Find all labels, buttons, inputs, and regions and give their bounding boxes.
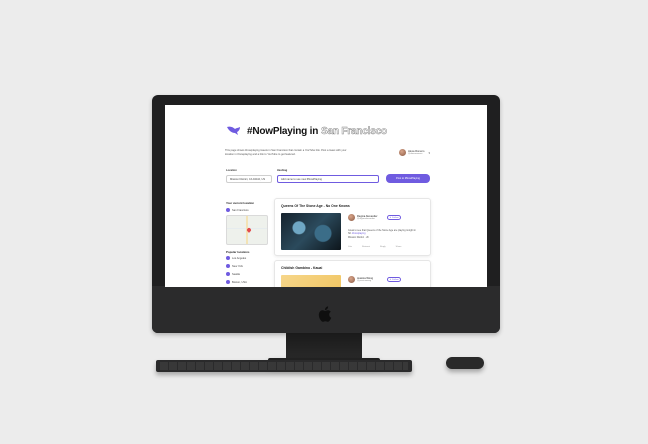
hashtag-link[interactable]: #nowplaying — [352, 232, 365, 235]
follow-button[interactable]: ✦ Follow — [387, 215, 401, 220]
bird-icon: ✦ — [389, 279, 392, 281]
avatar — [399, 149, 406, 156]
sidebar-item-location[interactable]: Seattle — [226, 272, 240, 276]
user-menu[interactable]: Alexa Romero @alexaromero ▾ — [399, 149, 430, 156]
card-text: Great to see that Queens of the Stone Ag… — [348, 229, 420, 239]
current-location-item[interactable]: San Francisco — [226, 208, 249, 212]
page-title: #NowPlaying in San Francisco — [247, 125, 387, 137]
sidebar-item-location[interactable]: New York — [226, 264, 243, 268]
follow-label: Follow — [392, 216, 399, 219]
user-handle: @alexaromero — [408, 152, 423, 155]
popular-locations-title: Popular locations — [226, 250, 250, 254]
sidebar-item-location[interactable]: Boston, USA — [226, 280, 247, 284]
card-user-handle: @jessicawong — [357, 280, 372, 282]
title-prefix: #NowPlaying in — [247, 125, 319, 137]
card-user[interactable]: Jessica Wong @jessicawong — [348, 276, 373, 283]
page-header: #NowPlaying in San Francisco — [226, 124, 387, 138]
card-actions: Like Retweet Reply Share — [348, 246, 401, 248]
post-button[interactable]: Post to #NowPlaying — [386, 174, 430, 183]
sidebar-item-label: Boston, USA — [232, 280, 247, 284]
location-input[interactable]: Mission District, CA 94110, US — [226, 175, 272, 183]
sidebar-item-label: Seattle — [232, 272, 241, 276]
bird-logo-icon[interactable] — [226, 125, 241, 137]
follow-label: Follow — [392, 278, 399, 281]
apple-logo-icon — [318, 306, 332, 322]
location-pin-icon — [226, 264, 230, 268]
like-action[interactable]: Like — [348, 246, 352, 248]
sidebar-item-label: Los Angeles — [232, 256, 247, 260]
retweet-action[interactable]: Retweet — [362, 246, 370, 248]
hashtag-input[interactable]: Add name to see new #NowPlaying — [277, 175, 379, 183]
imac-stand-neck — [286, 333, 362, 361]
feed-card[interactable]: Queens Of The Stone Age - No One Knows R… — [274, 198, 431, 256]
video-thumbnail[interactable] — [281, 213, 341, 250]
card-title[interactable]: Queens Of The Stone Age - No One Knows — [281, 204, 350, 208]
title-city: San Francisco — [321, 125, 387, 137]
mouse — [446, 357, 484, 369]
card-user[interactable]: Regina Alexander @reginaalexander — [348, 214, 377, 221]
location-label: Location — [226, 169, 237, 172]
location-map[interactable] — [226, 215, 268, 245]
avatar — [348, 276, 355, 283]
reply-action[interactable]: Reply — [380, 246, 386, 248]
map-marker-icon — [246, 227, 252, 233]
sidebar-item-label: New York — [232, 264, 243, 268]
card-meta: Mission District · 2h — [348, 235, 369, 239]
location-pin-icon — [226, 280, 230, 284]
chevron-down-icon[interactable]: ▾ — [428, 151, 430, 155]
product-mockup-scene: #NowPlaying in San Francisco This page sh… — [0, 0, 648, 444]
location-pin-icon — [226, 208, 230, 212]
card-user-handle: @reginaalexander — [357, 218, 375, 220]
album-thumbnail[interactable] — [281, 275, 341, 287]
current-location-title: Your current location — [226, 201, 255, 205]
location-pin-icon — [226, 272, 230, 276]
avatar — [348, 214, 355, 221]
keyboard — [156, 360, 412, 372]
feed-card[interactable]: Childish Gambino - Kauai Jessica Wong @j… — [274, 260, 431, 287]
share-action[interactable]: Share — [396, 246, 402, 248]
sidebar-item-location[interactable]: Los Angeles — [226, 256, 246, 260]
bird-icon: ✦ — [389, 217, 392, 219]
follow-button[interactable]: ✦ Follow — [387, 277, 401, 282]
card-title[interactable]: Childish Gambino - Kauai — [281, 266, 322, 270]
app-screen: #NowPlaying in San Francisco This page sh… — [165, 105, 487, 287]
current-location-label: San Francisco — [232, 208, 249, 212]
location-pin-icon — [226, 256, 230, 260]
hashtag-label: Hashtag — [277, 169, 288, 172]
intro-text: This page shows #nowplaying tweets in Sa… — [225, 149, 347, 156]
